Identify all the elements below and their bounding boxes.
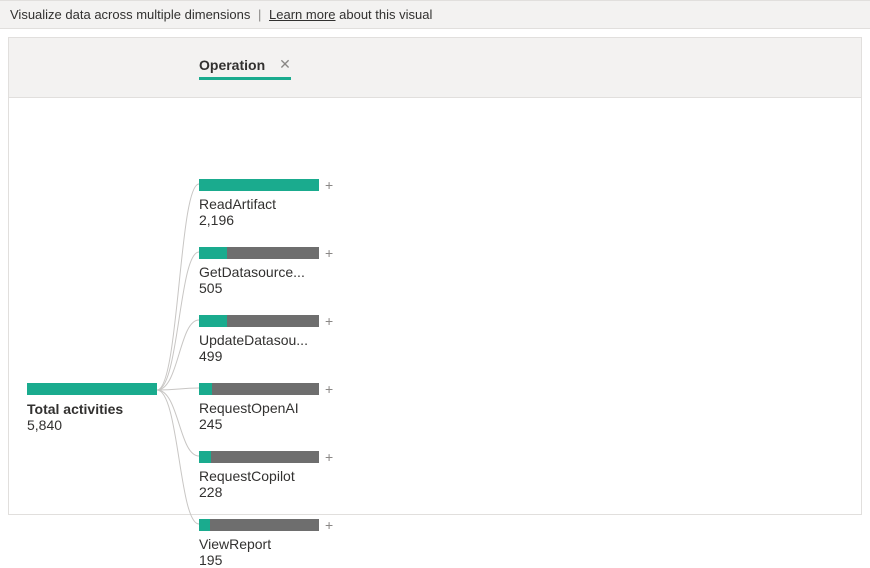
expand-icon[interactable]: + bbox=[325, 246, 333, 260]
banner-suffix: about this visual bbox=[336, 7, 433, 22]
column-header-band: Operation ✕ bbox=[9, 38, 861, 98]
expand-icon[interactable]: + bbox=[325, 314, 333, 328]
node-value: 505 bbox=[199, 280, 339, 296]
node-bar bbox=[199, 247, 319, 259]
root-label: Total activities bbox=[27, 401, 157, 417]
dimension-chip-operation[interactable]: Operation ✕ bbox=[199, 56, 291, 80]
node-readartifact[interactable]: + ReadArtifact 2,196 bbox=[199, 178, 339, 228]
node-viewreport[interactable]: + ViewReport 195 bbox=[199, 518, 339, 568]
node-label: ReadArtifact bbox=[199, 196, 319, 212]
node-value: 499 bbox=[199, 348, 339, 364]
node-requestopenai[interactable]: + RequestOpenAI 245 bbox=[199, 382, 339, 432]
node-label: RequestOpenAI bbox=[199, 400, 319, 416]
info-banner: Visualize data across multiple dimension… bbox=[0, 0, 870, 29]
banner-prefix: Visualize data across multiple dimension… bbox=[10, 7, 250, 22]
node-value: 245 bbox=[199, 416, 339, 432]
node-value: 228 bbox=[199, 484, 339, 500]
node-bar bbox=[199, 451, 319, 463]
root-bar bbox=[27, 383, 157, 395]
root-value: 5,840 bbox=[27, 417, 157, 433]
banner-separator: | bbox=[258, 7, 261, 22]
expand-icon[interactable]: + bbox=[325, 382, 333, 396]
node-label: ViewReport bbox=[199, 536, 319, 552]
expand-icon[interactable]: + bbox=[325, 450, 333, 464]
node-label: UpdateDatasou... bbox=[199, 332, 319, 348]
expand-icon[interactable]: + bbox=[325, 178, 333, 192]
node-bar bbox=[199, 179, 319, 191]
node-bar bbox=[199, 315, 319, 327]
learn-more-link[interactable]: Learn more bbox=[269, 7, 335, 22]
node-getdatasource[interactable]: + GetDatasource... 505 bbox=[199, 246, 339, 296]
expand-icon[interactable]: + bbox=[325, 518, 333, 532]
node-requestcopilot[interactable]: + RequestCopilot 228 bbox=[199, 450, 339, 500]
node-bar bbox=[199, 519, 319, 531]
root-node[interactable]: Total activities 5,840 bbox=[27, 383, 157, 433]
node-value: 195 bbox=[199, 552, 339, 568]
node-bar bbox=[199, 383, 319, 395]
node-updatedatasource[interactable]: + UpdateDatasou... 499 bbox=[199, 314, 339, 364]
node-label: RequestCopilot bbox=[199, 468, 319, 484]
decomposition-tree-canvas[interactable]: Operation ✕ Total activities 5,840 + Rea… bbox=[8, 37, 862, 515]
node-value: 2,196 bbox=[199, 212, 339, 228]
close-icon[interactable]: ✕ bbox=[279, 56, 291, 73]
dimension-label: Operation bbox=[199, 57, 265, 73]
node-label: GetDatasource... bbox=[199, 264, 319, 280]
